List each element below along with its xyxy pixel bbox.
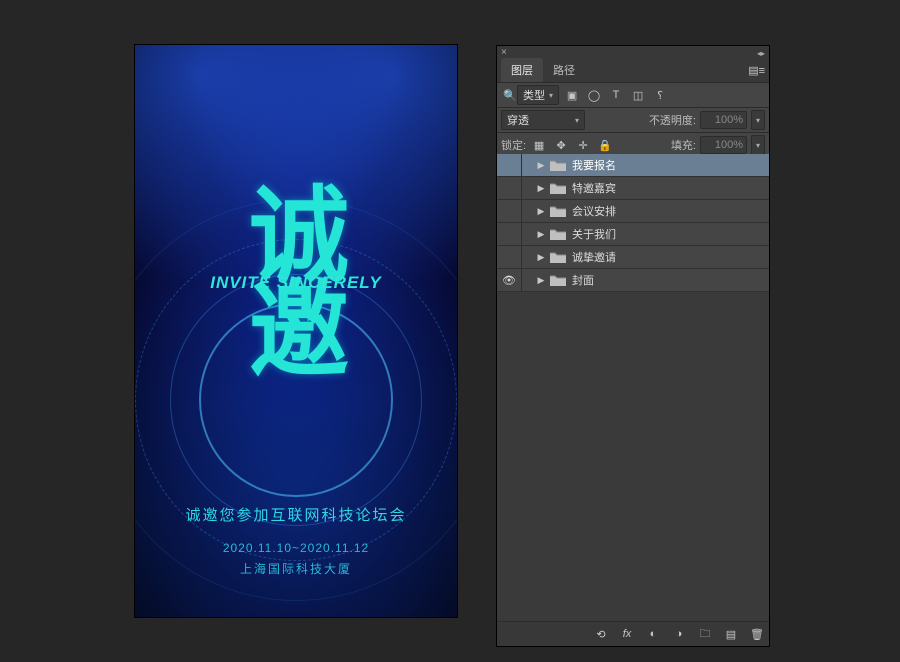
fill-label: 填充: xyxy=(671,137,696,153)
expand-arrow-icon[interactable]: ▶ xyxy=(534,206,548,217)
expand-arrow-icon[interactable]: ▶ xyxy=(534,275,548,286)
opacity-field[interactable]: 100% xyxy=(700,111,747,129)
new-group-icon[interactable]: 🗀 xyxy=(697,626,713,642)
folder-icon xyxy=(550,274,566,286)
mask-icon[interactable]: ◐ xyxy=(645,626,661,642)
layer-list: ▶ 我要报名 ▶ 特邀嘉宾 ▶ 会议安排 ▶ 关于我们 ▶ 诚挚邀请 👁 ▶ 封面 xyxy=(497,154,769,622)
panel-footer: ⟲ fx ◐ ◑ 🗀 ▤ 🗑 xyxy=(497,621,769,646)
filter-smart-icon[interactable]: ⸮ xyxy=(651,86,669,104)
search-icon: 🔍 xyxy=(503,89,517,102)
opacity-label: 不透明度: xyxy=(649,112,696,128)
chevron-down-icon: ▾ xyxy=(575,116,579,125)
panel-menu-icon[interactable]: ▤≡ xyxy=(748,64,765,77)
layer-row[interactable]: ▶ 会议安排 xyxy=(497,200,769,223)
layer-name: 封面 xyxy=(572,272,594,288)
poster-dates: 2020.11.10~2020.11.12 xyxy=(135,541,457,555)
tab-paths[interactable]: 路径 xyxy=(543,58,585,82)
blend-mode-value: 穿透 xyxy=(507,112,529,128)
tab-layers[interactable]: 图层 xyxy=(501,58,543,82)
visibility-toggle[interactable]: 👁 xyxy=(497,269,522,291)
lock-label: 锁定: xyxy=(501,137,526,153)
layer-list-empty xyxy=(497,292,769,622)
visibility-toggle[interactable] xyxy=(497,223,522,245)
expand-arrow-icon[interactable]: ▶ xyxy=(534,183,548,194)
layer-name: 特邀嘉宾 xyxy=(572,180,616,196)
filter-kind-select[interactable]: 类型 ▾ xyxy=(517,85,559,105)
filter-shape-icon[interactable]: ◫ xyxy=(629,86,647,104)
blend-mode-select[interactable]: 穿透 ▾ xyxy=(501,110,585,130)
layer-row[interactable]: ▶ 关于我们 xyxy=(497,223,769,246)
fill-field[interactable]: 100% xyxy=(700,136,747,154)
layer-row[interactable]: ▶ 诚挚邀请 xyxy=(497,246,769,269)
filter-kind-label: 类型 xyxy=(523,87,545,103)
blend-row: 穿透 ▾ 不透明度: 100% ▾ xyxy=(497,107,769,132)
layer-filter-row: 🔍 类型 ▾ ▣ ◯ T ◫ ⸮ xyxy=(497,82,769,107)
lock-all-icon[interactable]: 🔒 xyxy=(596,136,614,154)
poster-subtitle: 诚邀您参加互联网科技论坛会 xyxy=(135,504,457,525)
folder-icon xyxy=(550,205,566,217)
layer-name: 我要报名 xyxy=(572,157,616,173)
folder-icon xyxy=(550,182,566,194)
lock-brush-icon[interactable]: ✥ xyxy=(552,136,570,154)
link-layers-icon[interactable]: ⟲ xyxy=(593,626,609,642)
lock-pixels-icon[interactable]: ▦ xyxy=(530,136,548,154)
lock-position-icon[interactable]: ✛ xyxy=(574,136,592,154)
folder-icon xyxy=(550,251,566,263)
filter-adjust-icon[interactable]: ◯ xyxy=(585,86,603,104)
poster-title-en: INVITE SINCERELY xyxy=(135,273,457,293)
layer-name: 会议安排 xyxy=(572,203,616,219)
visibility-toggle[interactable] xyxy=(497,246,522,268)
layers-panel: × ◂▸ 图层 路径 ▤≡ 🔍 类型 ▾ ▣ ◯ T ◫ ⸮ 穿透 ▾ xyxy=(496,45,770,647)
collapse-icon[interactable]: ◂▸ xyxy=(757,49,765,58)
document-canvas[interactable]: 诚 邀 INVITE SINCERELY 诚邀您参加互联网科技论坛会 2020.… xyxy=(135,45,457,617)
visibility-toggle[interactable] xyxy=(497,177,522,199)
expand-arrow-icon[interactable]: ▶ xyxy=(534,229,548,240)
expand-arrow-icon[interactable]: ▶ xyxy=(534,160,548,171)
eye-icon: 👁 xyxy=(502,274,516,287)
layer-name: 诚挚邀请 xyxy=(572,249,616,265)
adjustment-icon[interactable]: ◑ xyxy=(671,626,687,642)
filter-type-icon[interactable]: T xyxy=(607,86,625,104)
layer-name: 关于我们 xyxy=(572,226,616,242)
fx-icon[interactable]: fx xyxy=(619,626,635,642)
filter-pixel-icon[interactable]: ▣ xyxy=(563,86,581,104)
panel-tabs: 图层 路径 ▤≡ xyxy=(497,60,769,82)
close-icon[interactable]: × xyxy=(501,47,507,58)
layer-row[interactable]: ▶ 我要报名 xyxy=(497,154,769,177)
trash-icon[interactable]: 🗑 xyxy=(749,626,765,642)
chevron-down-icon: ▾ xyxy=(549,91,553,100)
layer-row[interactable]: ▶ 特邀嘉宾 xyxy=(497,177,769,200)
visibility-toggle[interactable] xyxy=(497,200,522,222)
poster-location: 上海国际科技大厦 xyxy=(135,560,457,577)
opacity-dropdown[interactable]: ▾ xyxy=(751,110,765,130)
layer-row[interactable]: 👁 ▶ 封面 xyxy=(497,269,769,292)
visibility-toggle[interactable] xyxy=(497,154,522,176)
folder-icon xyxy=(550,228,566,240)
new-layer-icon[interactable]: ▤ xyxy=(723,626,739,642)
expand-arrow-icon[interactable]: ▶ xyxy=(534,252,548,263)
folder-icon xyxy=(550,159,566,171)
fill-dropdown[interactable]: ▾ xyxy=(751,135,765,155)
